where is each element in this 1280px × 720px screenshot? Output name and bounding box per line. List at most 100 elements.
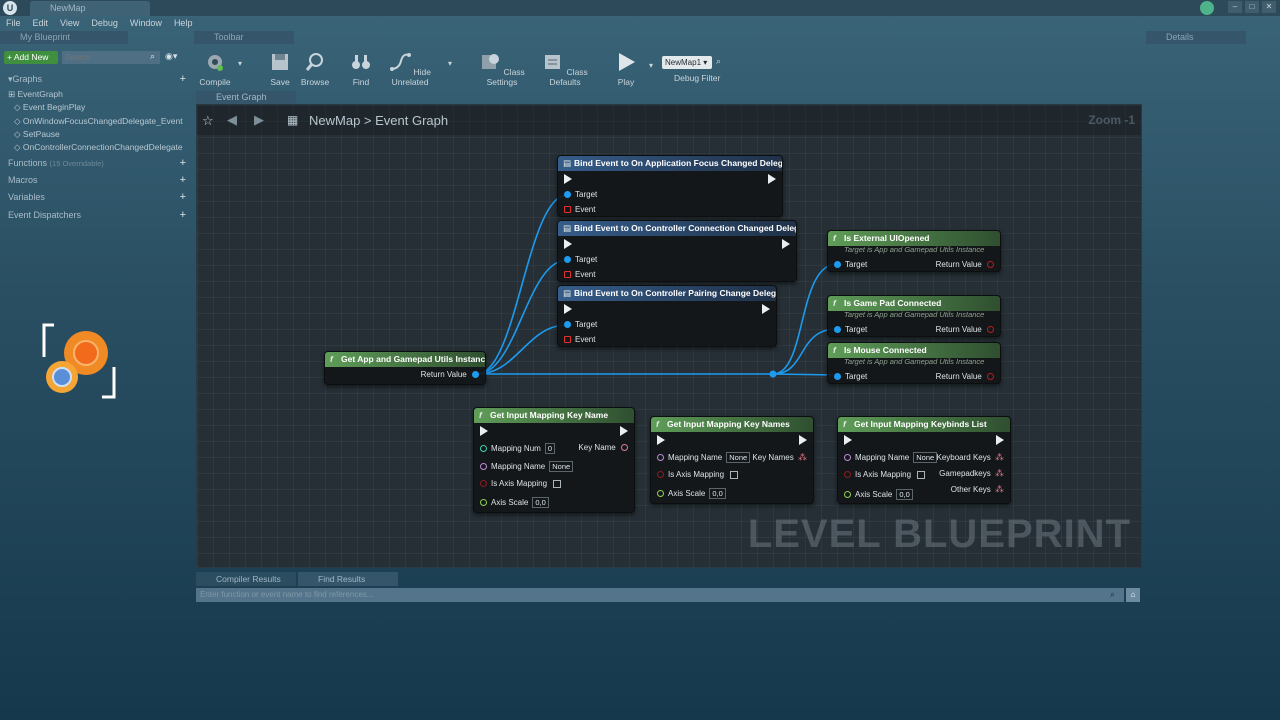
bool-pin-icon[interactable] (987, 326, 994, 334)
mapping-name-input[interactable]: None (549, 461, 574, 472)
bool-pin-icon[interactable] (987, 261, 994, 269)
exec-in-pin[interactable] (844, 435, 852, 445)
mapping-name-pin[interactable]: Mapping Name None (844, 452, 938, 463)
unreal-logo-icon[interactable]: U (3, 1, 17, 15)
object-pin-icon[interactable] (564, 256, 571, 264)
exec-in-pin[interactable] (480, 426, 488, 436)
find-results-tab[interactable]: Find Results (298, 572, 398, 586)
exec-in-pin[interactable] (564, 239, 572, 249)
keyboard-keys-pin[interactable]: Keyboard Keys ⁂ (937, 452, 1005, 463)
bool-pin-icon[interactable] (987, 373, 994, 381)
document-tab[interactable]: NewMap (30, 1, 150, 16)
object-pin-icon[interactable] (472, 371, 479, 379)
find-button[interactable]: Find (346, 51, 376, 87)
exec-pin-icon[interactable] (480, 426, 488, 436)
node-is-mouse-connected[interactable]: f Is Mouse Connected Target is App and Ga… (827, 342, 1001, 384)
array-pin-icon[interactable]: ⁂ (995, 484, 1004, 494)
exec-pin-icon[interactable] (782, 239, 790, 249)
exec-pin-icon[interactable] (799, 435, 807, 445)
mapping-name-input[interactable]: None (913, 452, 938, 463)
hide-unrelated-chevron-icon[interactable]: ▾ (448, 59, 452, 68)
graphs-section[interactable]: ▾Graphs + (0, 72, 192, 86)
float-pin-icon[interactable] (657, 490, 664, 498)
minimize-icon[interactable]: – (1228, 1, 1242, 13)
exec-out-pin[interactable] (762, 304, 770, 314)
exec-out-pin[interactable] (799, 435, 807, 445)
node-get-input-mapping-keybinds-list[interactable]: f Get Input Mapping Keybinds List Mapping… (837, 416, 1011, 504)
find-in-all-blueprints-icon[interactable]: ⌂ (1126, 588, 1140, 602)
is-axis-mapping-checkbox[interactable] (553, 479, 562, 488)
add-macro-icon[interactable]: + (180, 173, 186, 187)
exec-pin-icon[interactable] (564, 239, 572, 249)
bool-pin-icon[interactable] (657, 471, 664, 479)
menu-edit[interactable]: Edit (33, 18, 49, 28)
maximize-icon[interactable]: □ (1245, 1, 1259, 13)
add-variable-icon[interactable]: + (180, 190, 186, 204)
event-item-setpause[interactable]: ◇ SetPause (14, 129, 60, 140)
exec-out-pin[interactable] (996, 435, 1004, 445)
gamepad-keys-pin[interactable]: Gamepadkeys ⁂ (939, 468, 1004, 479)
name-pin-icon[interactable] (844, 454, 851, 462)
menu-debug[interactable]: Debug (91, 18, 118, 28)
browse-button[interactable]: Browse (298, 51, 332, 87)
mapping-num-pin[interactable]: Mapping Num 0 (480, 443, 555, 454)
event-item-beginplay[interactable]: ◇ Event BeginPlay (14, 102, 85, 113)
variables-section[interactable]: Variables + (0, 190, 192, 204)
exec-pin-icon[interactable] (762, 304, 770, 314)
event-item-window-focus[interactable]: ◇ OnWindowFocusChangedDelegate_Event (14, 116, 183, 127)
node-bind-controller-pairing[interactable]: ▤ Bind Event to On Controller Pairing Cha… (557, 285, 777, 347)
mapping-name-pin[interactable]: Mapping Name None (657, 452, 751, 463)
axis-scale-pin[interactable]: Axis Scale 0,0 (844, 489, 913, 500)
return-value-pin[interactable]: Return Value (421, 370, 479, 379)
axis-scale-input[interactable]: 0,0 (896, 489, 913, 500)
name-pin-icon[interactable] (480, 463, 487, 471)
target-pin[interactable]: Target (834, 372, 867, 381)
blueprint-search-input[interactable] (62, 51, 160, 64)
mapping-name-input[interactable]: None (726, 452, 751, 463)
search-icon[interactable]: ⌕ (150, 51, 161, 64)
debug-object-select[interactable]: NewMap1 ▾ (662, 56, 712, 69)
event-graph-item[interactable]: ⊞ EventGraph (8, 89, 63, 100)
find-search-icon[interactable]: ⌕ (1110, 589, 1115, 600)
struct-pin-icon[interactable] (621, 444, 628, 452)
graph-canvas[interactable]: ☆ ◀ ▶ ▦ NewMap > Event Graph Zoom -1 LEV… (196, 104, 1142, 568)
functions-section[interactable]: Functions (15 Overridable) + (0, 156, 192, 170)
exec-pin-icon[interactable] (564, 304, 572, 314)
axis-scale-pin[interactable]: Axis Scale 0,0 (480, 497, 549, 508)
target-pin[interactable]: Target (564, 320, 597, 329)
compile-button[interactable]: Compile (198, 51, 232, 87)
float-pin-icon[interactable] (844, 491, 851, 499)
add-graph-icon[interactable]: + (180, 72, 186, 86)
mapping-num-input[interactable]: 0 (544, 443, 555, 454)
return-value-pin[interactable]: Return Value (936, 372, 994, 381)
event-graph-tab[interactable]: Event Graph (196, 91, 296, 104)
int-pin-icon[interactable] (480, 445, 487, 453)
event-pin[interactable]: Event (564, 335, 595, 344)
add-dispatcher-icon[interactable]: + (180, 208, 186, 222)
source-control-status-icon[interactable] (1200, 1, 1214, 15)
menu-view[interactable]: View (60, 18, 79, 28)
name-pin-icon[interactable] (657, 454, 664, 462)
array-pin-icon[interactable]: ⁂ (995, 468, 1004, 478)
is-axis-mapping-checkbox[interactable] (917, 470, 926, 479)
delegate-pin-icon[interactable] (564, 336, 571, 344)
axis-scale-input[interactable]: 0,0 (532, 497, 549, 508)
play-button[interactable]: Play (608, 51, 644, 87)
is-axis-mapping-pin[interactable]: Is Axis Mapping (480, 479, 562, 488)
exec-in-pin[interactable] (564, 174, 572, 184)
is-axis-mapping-pin[interactable]: Is Axis Mapping (844, 470, 926, 479)
exec-pin-icon[interactable] (844, 435, 852, 445)
target-pin[interactable]: Target (564, 190, 597, 199)
class-settings-button[interactable]: Class Settings (474, 51, 530, 87)
my-blueprint-tab[interactable]: My Blueprint (0, 31, 128, 44)
target-pin[interactable]: Target (564, 255, 597, 264)
find-references-input[interactable]: Enter function or event name to find ref… (196, 588, 1124, 602)
other-keys-pin[interactable]: Other Keys ⁂ (951, 484, 1004, 495)
array-pin-icon[interactable]: ⁂ (798, 452, 807, 462)
visibility-eye-icon[interactable]: ◉▾ (165, 51, 187, 64)
return-value-pin[interactable]: Return Value (936, 260, 994, 269)
exec-pin-icon[interactable] (620, 426, 628, 436)
node-bind-focus[interactable]: ▤ Bind Event to On Application Focus Chan… (557, 155, 783, 217)
exec-out-pin[interactable] (768, 174, 776, 184)
event-item-controller-connection[interactable]: ◇ OnControllerConnectionChangedDelegate (14, 142, 192, 153)
